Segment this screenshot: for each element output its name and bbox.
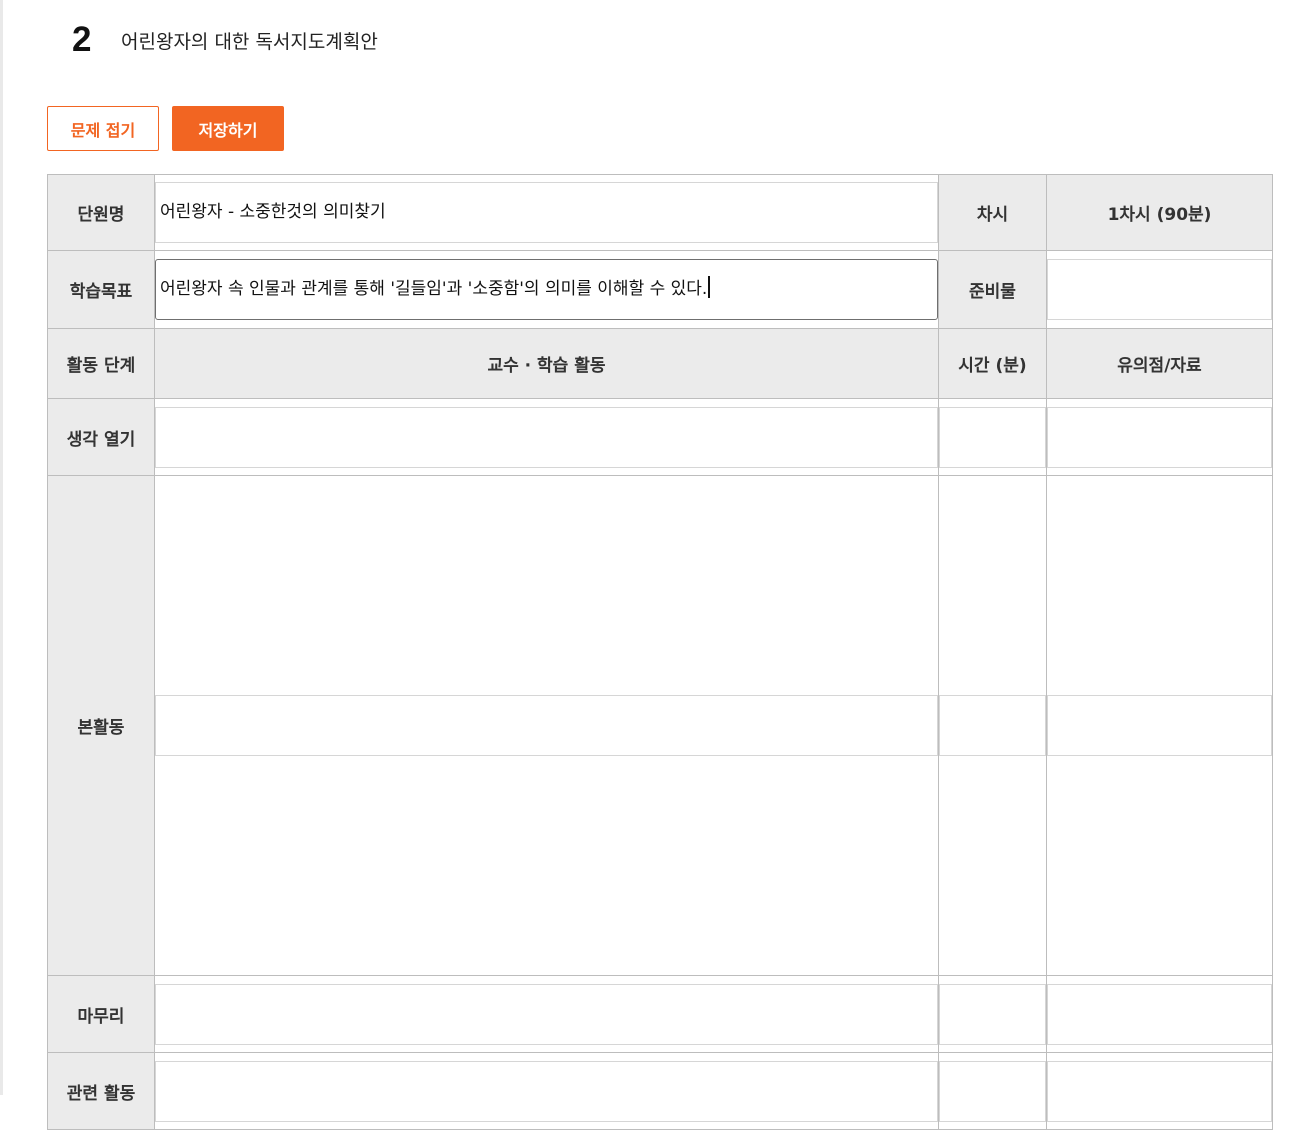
collapse-question-button[interactable]: 문제 접기 (47, 106, 159, 151)
goal-input[interactable]: 어린왕자 속 인물과 관계를 통해 '길들임'과 '소중함'의 의미를 이해할 … (155, 259, 938, 320)
time-input[interactable] (939, 983, 1046, 1045)
goal-label: 학습목표 (47, 250, 155, 329)
time-input[interactable] (939, 1060, 1046, 1122)
activity-cell (154, 398, 939, 476)
unit-label: 단원명 (47, 174, 155, 251)
table-row: 생각 열기 (47, 398, 1273, 476)
table-row: 본활동 (47, 475, 1273, 976)
activity-cell (154, 975, 939, 1053)
time-cell (938, 475, 1047, 976)
goal-row: 학습목표 어린왕자 속 인물과 관계를 통해 '길들임'과 '소중함'의 의미를… (47, 250, 1273, 329)
notes-cell (1046, 475, 1273, 976)
time-cell (938, 398, 1047, 476)
notes-cell (1046, 975, 1273, 1053)
header-time: 시간 (분) (938, 328, 1047, 399)
notes-cell (1046, 1052, 1273, 1130)
action-buttons: 문제 접기 저장하기 (47, 106, 284, 151)
left-border (0, 0, 3, 1095)
activity-input[interactable] (155, 983, 938, 1045)
header-stage: 활동 단계 (47, 328, 155, 399)
stage-label-main: 본활동 (47, 475, 155, 976)
session-value: 1차시 (90분) (1046, 174, 1273, 251)
header-activity: 교수 · 학습 활동 (154, 328, 939, 399)
stage-label-related: 관련 활동 (47, 1052, 155, 1130)
session-label: 차시 (938, 174, 1047, 251)
header-notes: 유의점/자료 (1046, 328, 1273, 399)
materials-cell (1046, 250, 1273, 329)
table-row: 관련 활동 (47, 1052, 1273, 1130)
save-button[interactable]: 저장하기 (172, 106, 284, 151)
goal-cell: 어린왕자 속 인물과 관계를 통해 '길들임'과 '소중함'의 의미를 이해할 … (154, 250, 939, 329)
goal-input-text: 어린왕자 속 인물과 관계를 통해 '길들임'과 '소중함'의 의미를 이해할 … (160, 279, 708, 299)
reading-plan-table: 단원명 어린왕자 - 소중한것의 의미찾기 차시 1차시 (90분) 학습목표 … (47, 174, 1273, 1130)
notes-input[interactable] (1047, 1060, 1272, 1122)
notes-input[interactable] (1047, 695, 1272, 756)
materials-label: 준비물 (938, 250, 1047, 329)
notes-input[interactable] (1047, 406, 1272, 468)
activity-input[interactable] (155, 406, 938, 468)
question-header: 2 어린왕자의 대한 독서지도계획안 (72, 20, 378, 60)
materials-input[interactable] (1047, 259, 1272, 320)
time-input[interactable] (939, 695, 1046, 756)
activity-cell (154, 1052, 939, 1130)
unit-row: 단원명 어린왕자 - 소중한것의 의미찾기 차시 1차시 (90분) (47, 174, 1273, 251)
text-caret (708, 276, 711, 298)
question-title: 어린왕자의 대한 독서지도계획안 (121, 30, 378, 53)
time-cell (938, 975, 1047, 1053)
activity-input[interactable] (155, 1060, 938, 1122)
activity-input[interactable] (155, 695, 938, 756)
time-input[interactable] (939, 406, 1046, 468)
time-cell (938, 1052, 1047, 1130)
table-row: 마무리 (47, 975, 1273, 1053)
stage-label-opening: 생각 열기 (47, 398, 155, 476)
notes-input[interactable] (1047, 983, 1272, 1045)
unit-input[interactable]: 어린왕자 - 소중한것의 의미찾기 (155, 182, 938, 243)
table-header-row: 활동 단계 교수 · 학습 활동 시간 (분) 유의점/자료 (47, 328, 1273, 399)
notes-cell (1046, 398, 1273, 476)
stage-label-closing: 마무리 (47, 975, 155, 1053)
unit-cell: 어린왕자 - 소중한것의 의미찾기 (154, 174, 939, 251)
activity-cell (154, 475, 939, 976)
question-number: 2 (72, 20, 92, 59)
